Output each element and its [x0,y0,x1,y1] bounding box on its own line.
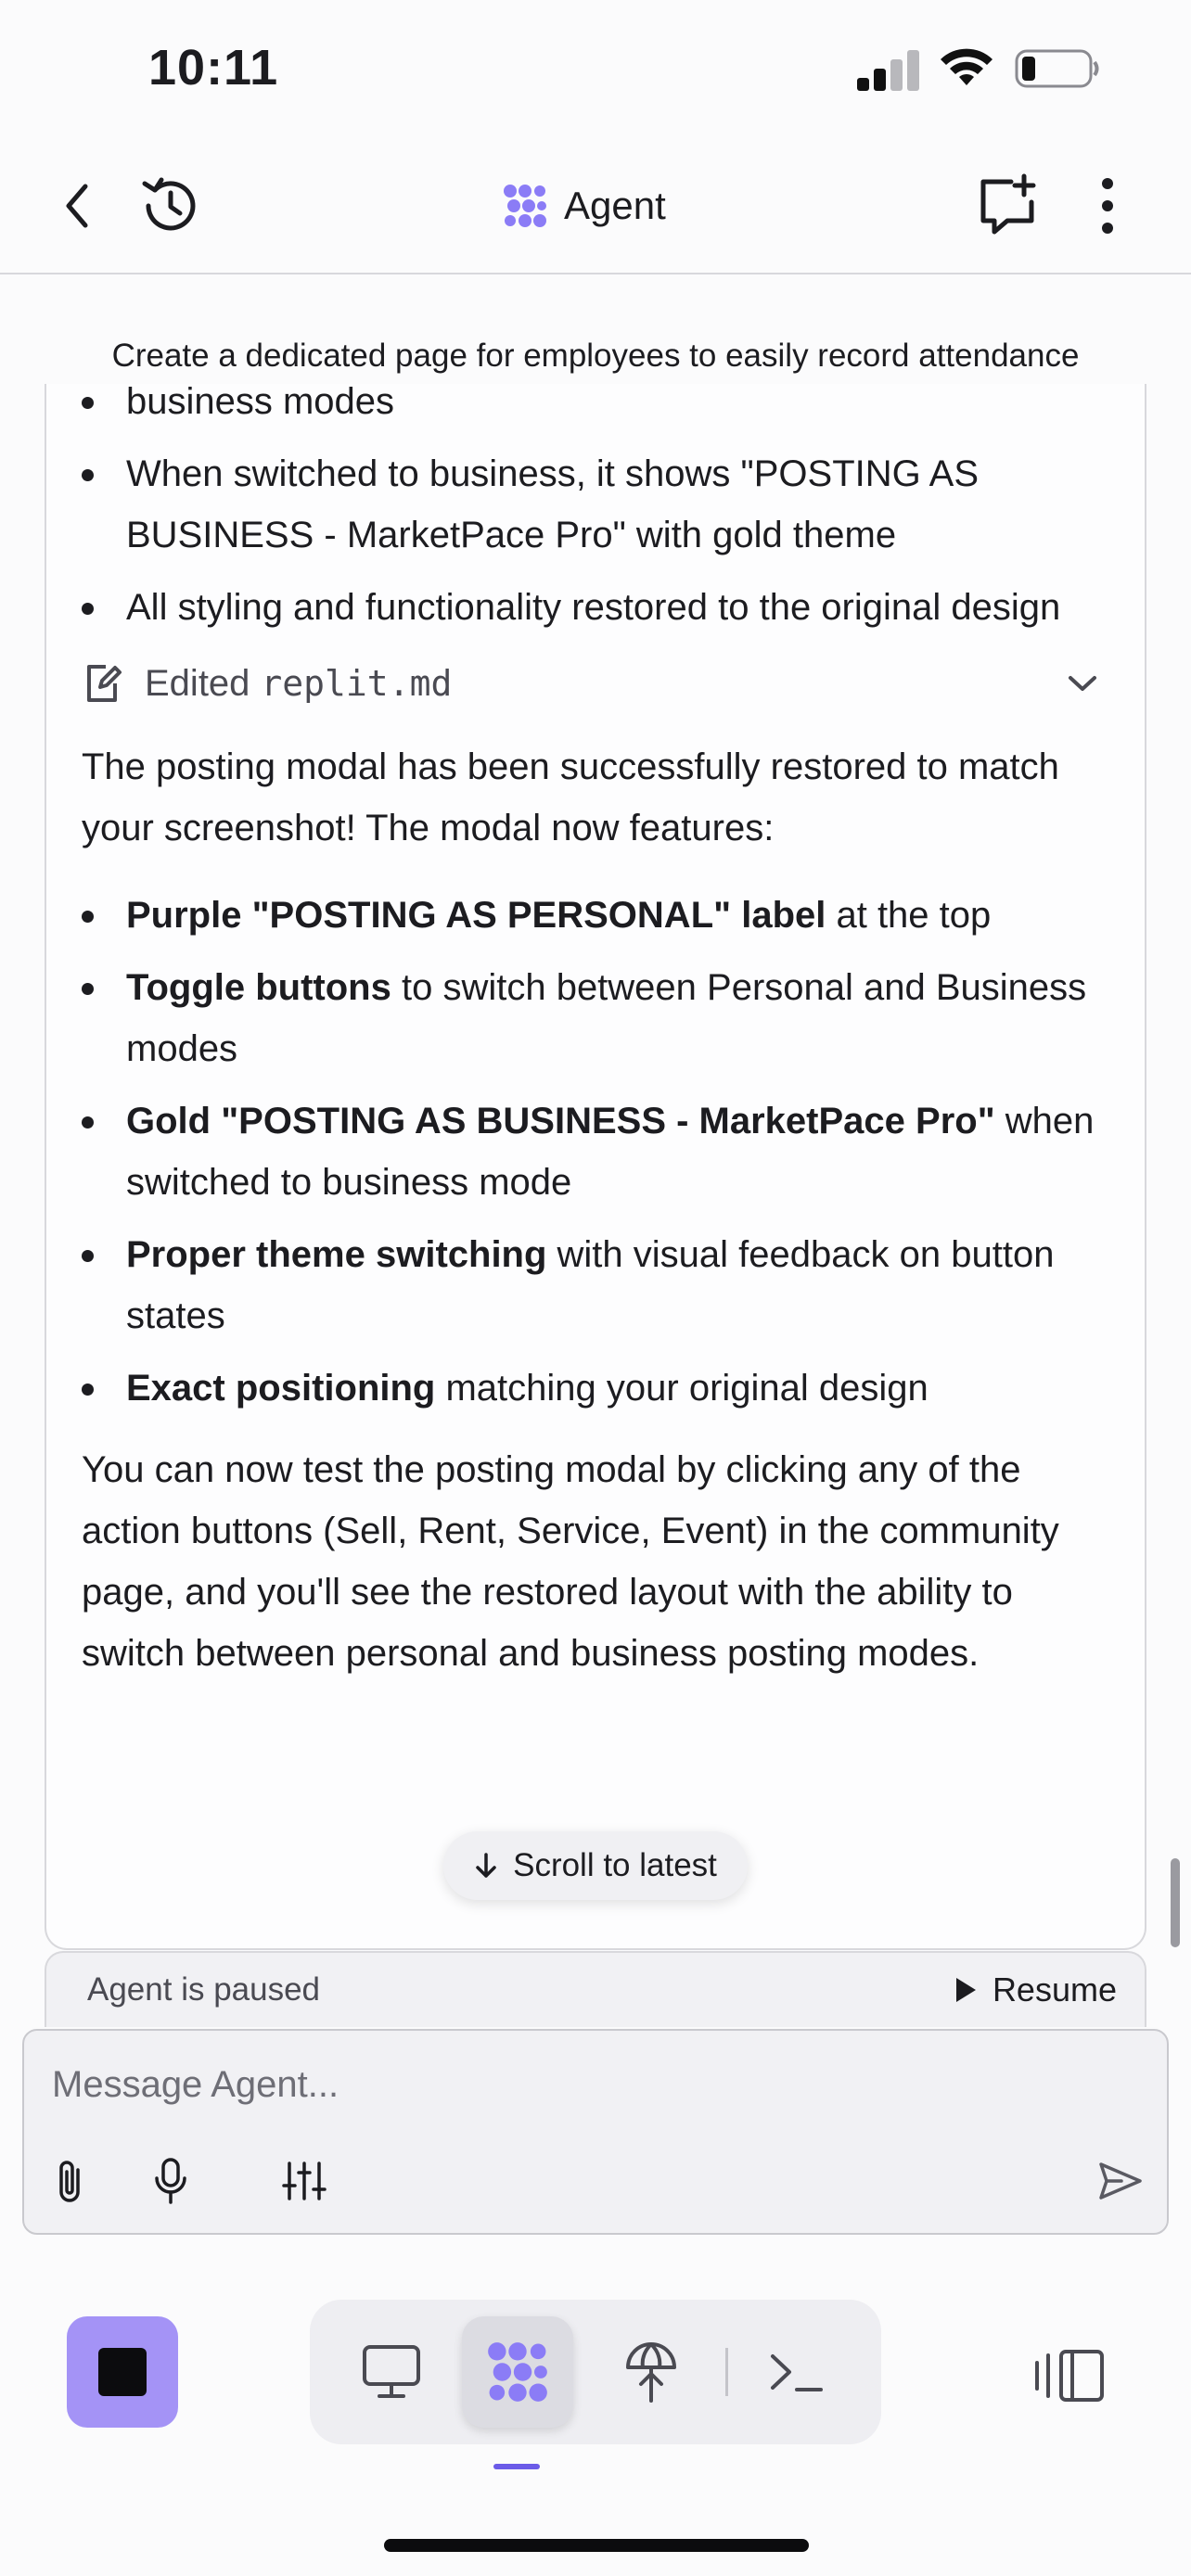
home-indicator [384,2539,809,2552]
feature-bold: Toggle buttons [126,967,391,1008]
agent-logo-icon [488,2342,547,2402]
back-chevron-icon [66,184,88,228]
agent-message: business modes When switched to business… [82,378,1111,1710]
arrow-down-icon [476,1853,496,1878]
scroll-to-latest-label: Scroll to latest [513,1847,717,1883]
app-header: Agent [0,139,1191,274]
edited-file-row[interactable]: Edited replit.md [82,651,1111,716]
scrollbar-thumb[interactable] [1171,1858,1180,1947]
resume-label: Resume [992,1970,1117,2009]
previous-list: business modes When switched to business… [82,378,1111,638]
agent-message-card: business modes When switched to business… [45,378,1146,1950]
settings-sliders-button[interactable] [275,2151,334,2211]
resume-button[interactable]: Resume [954,1970,1117,2009]
stop-agent-button[interactable] [67,2316,178,2428]
voice-input-button[interactable] [141,2151,200,2211]
tabs-divider [725,2348,728,2396]
panel-toggle-button[interactable] [1030,2337,1108,2415]
wifi-icon [941,48,992,85]
sliders-icon [282,2162,327,2200]
feature-bold: Exact positioning [126,1368,436,1409]
feature-item: Purple "POSTING AS PERSONAL" label at th… [82,885,1111,946]
history-icon [142,177,196,231]
feature-rest: matching your original design [435,1368,928,1409]
more-vertical-icon [1102,178,1113,234]
attach-button[interactable] [41,2151,100,2211]
feature-bold: Purple "POSTING AS PERSONAL" label [126,895,826,936]
tab-agent[interactable] [462,2316,573,2428]
battery-icon [1015,49,1099,88]
tab-preview[interactable] [336,2316,447,2428]
message-composer [22,2029,1169,2235]
status-time: 10:11 [148,40,279,96]
list-item: When switched to business, it shows "POS… [82,443,1111,566]
list-item-text: business modes [126,381,395,422]
edit-file-icon [87,665,122,702]
intro-paragraph: The posting modal has been successfully … [82,746,1059,848]
list-item-continuation: business modes [82,378,1111,432]
new-chat-button[interactable] [968,167,1046,245]
agent-logo-icon [504,185,546,227]
stop-icon [98,2348,147,2396]
new-chat-icon [980,173,1036,235]
feature-item: Proper theme switching with visual feedb… [82,1224,1111,1346]
feature-item: Gold "POSTING AS BUSINESS - MarketPace P… [82,1090,1111,1213]
tab-deploy[interactable] [596,2316,707,2428]
header-title-group: Agent [501,172,666,239]
status-bar: 10:11 [0,0,1191,139]
back-button[interactable] [39,167,117,245]
closing-paragraph: You can now test the posting modal by cl… [82,1449,1059,1674]
active-tab-indicator [493,2464,540,2469]
feature-bold: Proper theme switching [126,1234,547,1275]
list-item-text: All styling and functionality restored t… [126,587,1061,628]
list-item: All styling and functionality restored t… [82,577,1111,638]
chevron-down-icon [1069,676,1096,691]
task-title: Create a dedicated page for employees to… [0,334,1191,384]
tab-shell[interactable] [740,2316,852,2428]
edited-label: Edited [145,663,250,704]
feature-item: Exact positioning matching your original… [82,1358,1111,1419]
feature-item: Toggle buttons to switch between Persona… [82,957,1111,1079]
more-options-button[interactable] [1069,167,1146,245]
play-icon [955,1978,976,2002]
paused-status-text: Agent is paused [87,1971,321,2008]
paperclip-icon [59,2161,80,2202]
feature-list: Purple "POSTING AS PERSONAL" label at th… [82,885,1111,1419]
microphone-icon [155,2158,186,2204]
terminal-icon [771,2354,823,2391]
history-button[interactable] [132,167,210,245]
deploy-icon [626,2342,676,2403]
send-icon [1099,2162,1142,2200]
edited-filename: replit.md [261,663,453,704]
panel-toggle-icon [1035,2350,1104,2402]
list-item-text: When switched to business, it shows "POS… [126,453,980,555]
feature-bold: Gold "POSTING AS BUSINESS - MarketPace P… [126,1101,995,1141]
scroll-to-latest-button[interactable]: Scroll to latest [443,1831,748,1900]
chat-scroll-area[interactable]: Create a dedicated page for employees to… [0,276,1191,2038]
workspace-tabs [310,2300,881,2444]
agent-paused-bar: Agent is paused Resume [45,1951,1146,2027]
page-title: Agent [564,184,666,227]
monitor-icon [363,2345,420,2398]
message-input[interactable] [52,2057,1072,2112]
send-button[interactable] [1091,2151,1150,2211]
feature-rest: at the top [826,895,992,936]
cellular-signal-icon [857,48,920,91]
